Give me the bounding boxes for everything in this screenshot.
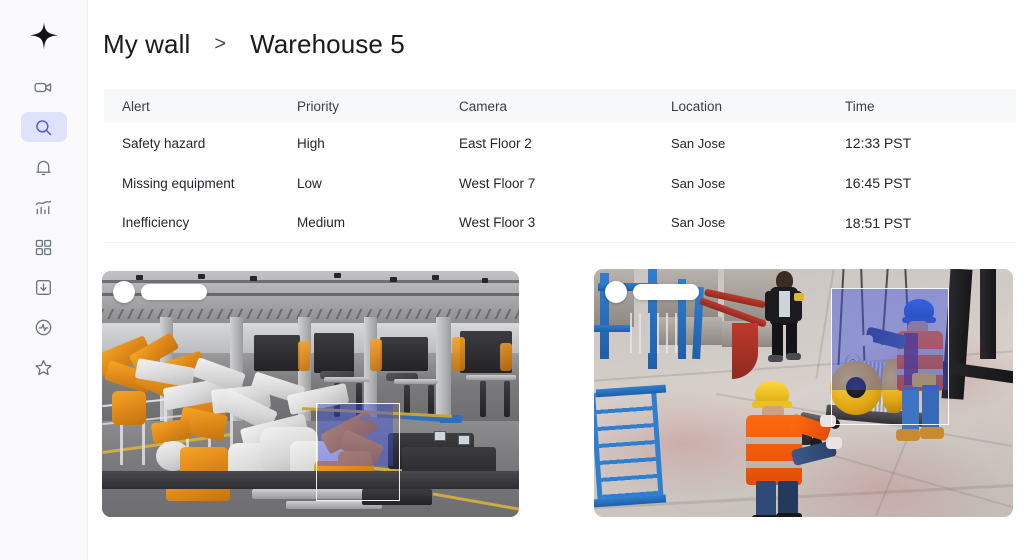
breadcrumb-current: Warehouse 5	[250, 28, 405, 59]
cell-time: 18:51 PST	[845, 214, 912, 231]
table-header-row: Alert Priority Camera Location Time	[104, 89, 1016, 123]
table-row[interactable]: Missing equipment Low West Floor 7 San J…	[104, 163, 1016, 203]
app-root: My wall > Warehouse 5 Alert Priority Cam…	[0, 0, 1034, 560]
sidebar-item-apps[interactable]	[21, 232, 67, 262]
breadcrumb-root[interactable]: My wall	[103, 29, 190, 60]
column-header-alert[interactable]: Alert	[104, 99, 279, 114]
sidebar-item-analytics[interactable]	[21, 192, 67, 222]
sidebar-nav	[20, 72, 67, 382]
sidebar-item-search[interactable]	[20, 112, 67, 142]
download-box-icon	[36, 279, 51, 295]
app-logo[interactable]	[0, 0, 88, 72]
cell-priority: Medium	[297, 215, 346, 230]
camera-feed-card-2[interactable]	[594, 269, 1013, 517]
column-header-location[interactable]: Location	[653, 99, 825, 114]
search-icon	[36, 119, 52, 135]
sidebar	[0, 0, 88, 560]
sidebar-item-cameras[interactable]	[21, 72, 67, 102]
camera-feed-image-factory	[102, 271, 519, 517]
cell-location: San Jose	[671, 215, 726, 230]
playback-scrubber-knob[interactable]	[113, 281, 135, 303]
cell-priority: High	[297, 135, 325, 151]
bounding-box	[316, 403, 400, 501]
breadcrumb-separator-icon: >	[214, 32, 227, 55]
playback-scrubber-knob[interactable]	[605, 281, 627, 303]
column-header-time[interactable]: Time	[825, 99, 985, 114]
cell-location: San Jose	[671, 175, 726, 191]
playback-scrubber-track[interactable]	[141, 284, 207, 300]
camera-feed-image-warehouse	[594, 269, 1013, 517]
table-row[interactable]: Inefficiency Medium West Floor 3 San Jos…	[104, 203, 1016, 243]
activity-circle-icon	[35, 319, 52, 335]
cell-location: San Jose	[671, 135, 726, 151]
cell-time: 16:45 PST	[845, 175, 912, 191]
sidebar-item-downloads[interactable]	[21, 272, 67, 302]
bell-icon	[36, 160, 51, 175]
table-row[interactable]: Safety hazard High East Floor 2 San Jose…	[104, 123, 1016, 163]
star-icon	[35, 359, 52, 375]
cell-alert: Inefficiency	[122, 215, 190, 230]
page-header: My wall > Warehouse 5	[88, 0, 1034, 88]
video-camera-icon	[34, 82, 52, 92]
sparkle-logo-icon	[29, 22, 58, 50]
cell-camera: West Floor 7	[459, 175, 536, 191]
cell-alert: Safety hazard	[122, 135, 206, 151]
bar-chart-icon	[35, 200, 52, 214]
alerts-table: Alert Priority Camera Location Time Safe…	[104, 89, 1016, 243]
bounding-box	[831, 288, 949, 425]
column-header-priority[interactable]: Priority	[279, 99, 441, 114]
breadcrumb: My wall > Warehouse 5	[103, 29, 405, 60]
cell-camera: West Floor 3	[459, 215, 536, 230]
playback-scrubber-track[interactable]	[633, 284, 699, 300]
camera-feed-card-1[interactable]	[102, 271, 519, 517]
cell-time: 12:33 PST	[845, 135, 912, 151]
cell-camera: East Floor 2	[459, 135, 532, 151]
column-header-camera[interactable]: Camera	[441, 99, 653, 114]
sidebar-item-activity[interactable]	[21, 312, 67, 342]
sidebar-item-favorites[interactable]	[21, 352, 67, 382]
cell-priority: Low	[297, 175, 322, 191]
cell-alert: Missing equipment	[122, 175, 235, 191]
grid-icon	[35, 239, 52, 255]
sidebar-item-alerts[interactable]	[21, 152, 67, 182]
